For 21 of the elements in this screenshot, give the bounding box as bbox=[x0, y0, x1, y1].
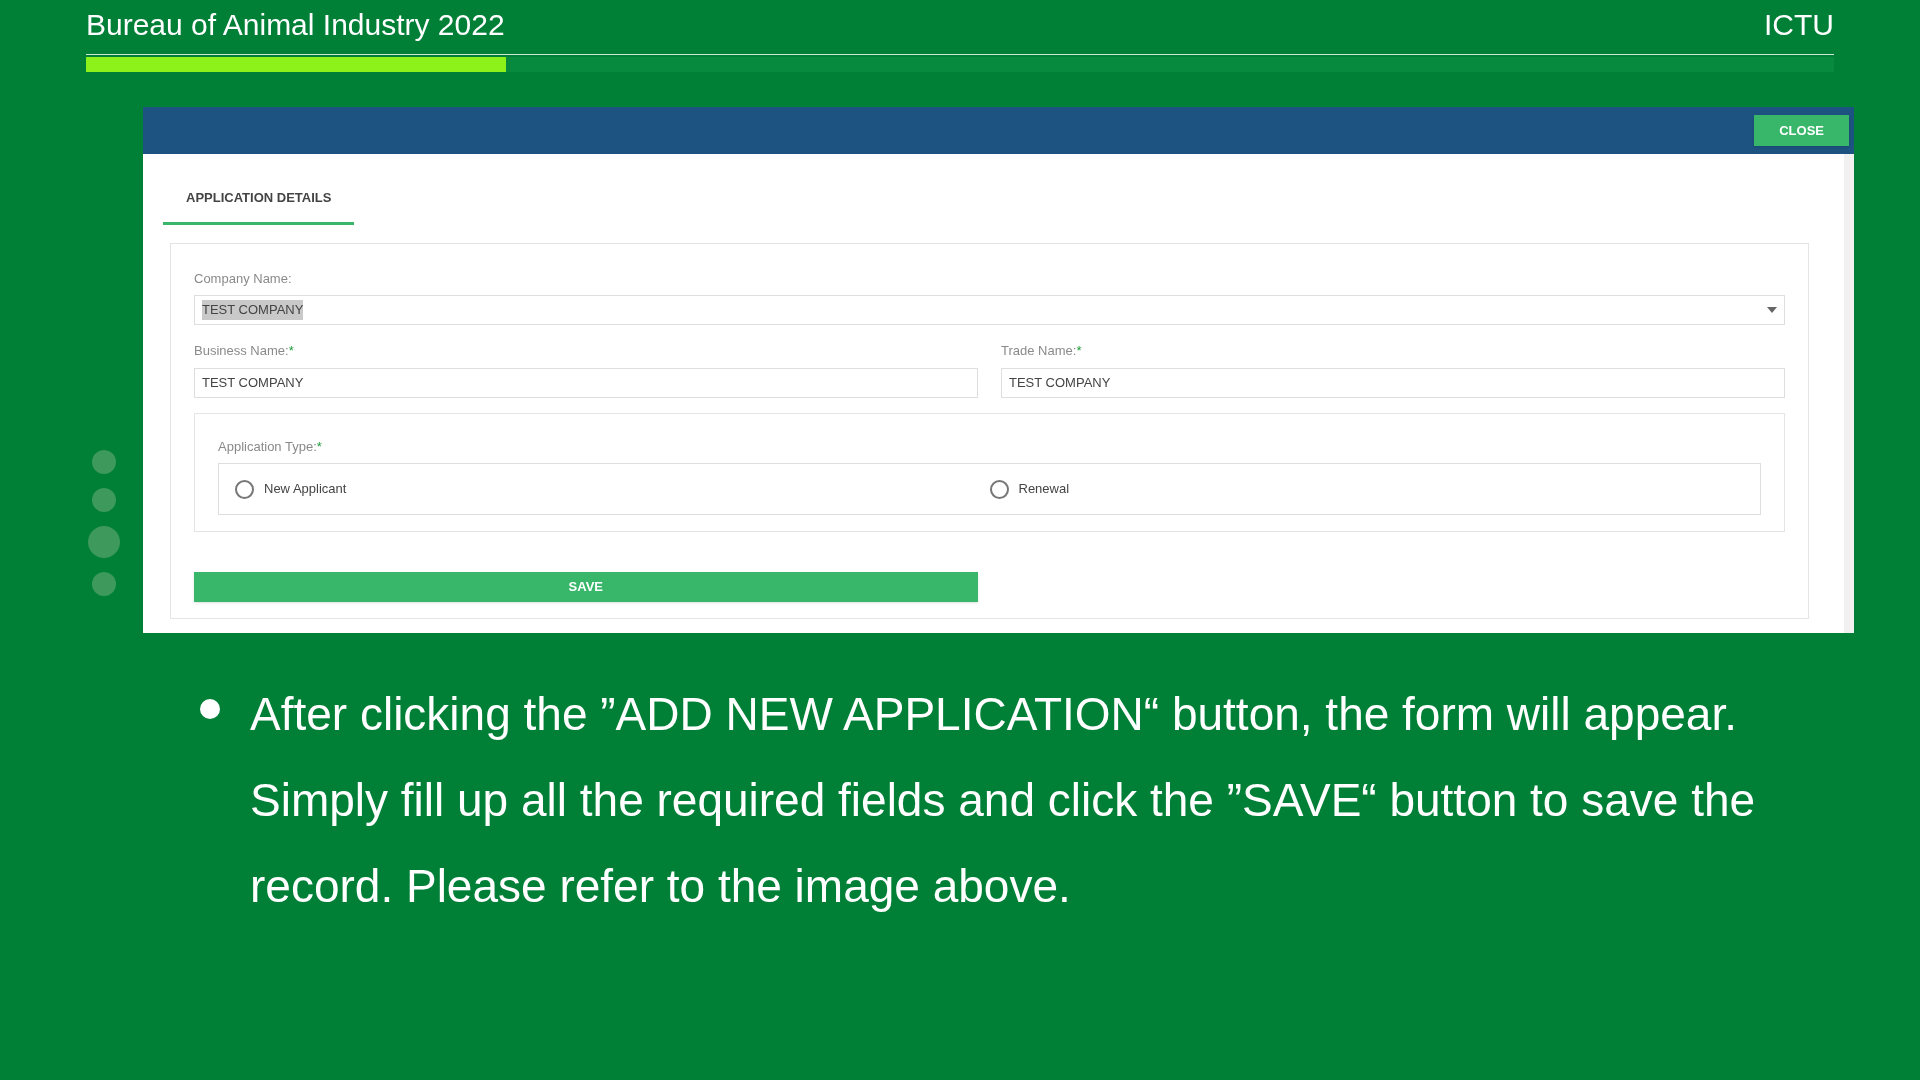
required-asterisk: * bbox=[288, 342, 294, 360]
required-asterisk: * bbox=[316, 437, 322, 456]
tab[interactable]: APPLICATION DETAILS bbox=[163, 179, 355, 225]
caret-icon bbox=[1767, 307, 1777, 313]
slide-title: Bureau of Animal Industry 2022 bbox=[86, 6, 505, 43]
field-label: Company Name: bbox=[194, 269, 292, 288]
radio-label: New Applicant bbox=[264, 480, 347, 499]
required-asterisk: * bbox=[1076, 342, 1082, 360]
field-label: Trade Name: bbox=[1001, 342, 1077, 360]
radio-button[interactable] bbox=[235, 479, 254, 499]
text-input[interactable]: TEST COMPANY bbox=[194, 367, 978, 398]
dropdown-value: TEST COMPANY bbox=[202, 300, 304, 320]
field-label: Application Type: bbox=[218, 437, 317, 456]
text-input[interactable]: TEST COMPANY bbox=[1001, 367, 1785, 398]
organization-label: ICTU bbox=[1764, 6, 1834, 43]
company-dropdown[interactable]: TEST COMPANY bbox=[194, 295, 1785, 325]
field-label: Business Name: bbox=[194, 342, 289, 360]
radio-label: Renewal bbox=[1018, 480, 1070, 499]
radio-button[interactable] bbox=[989, 479, 1009, 499]
bullet-text: After clicking the ”ADD NEW APPLICATION“ button, the form will appear. Simply fill up all the required fields and click the ”SAVE“ button to save the record. Please refer to the image above. bbox=[250, 687, 1757, 914]
bullet-icon bbox=[200, 699, 220, 719]
